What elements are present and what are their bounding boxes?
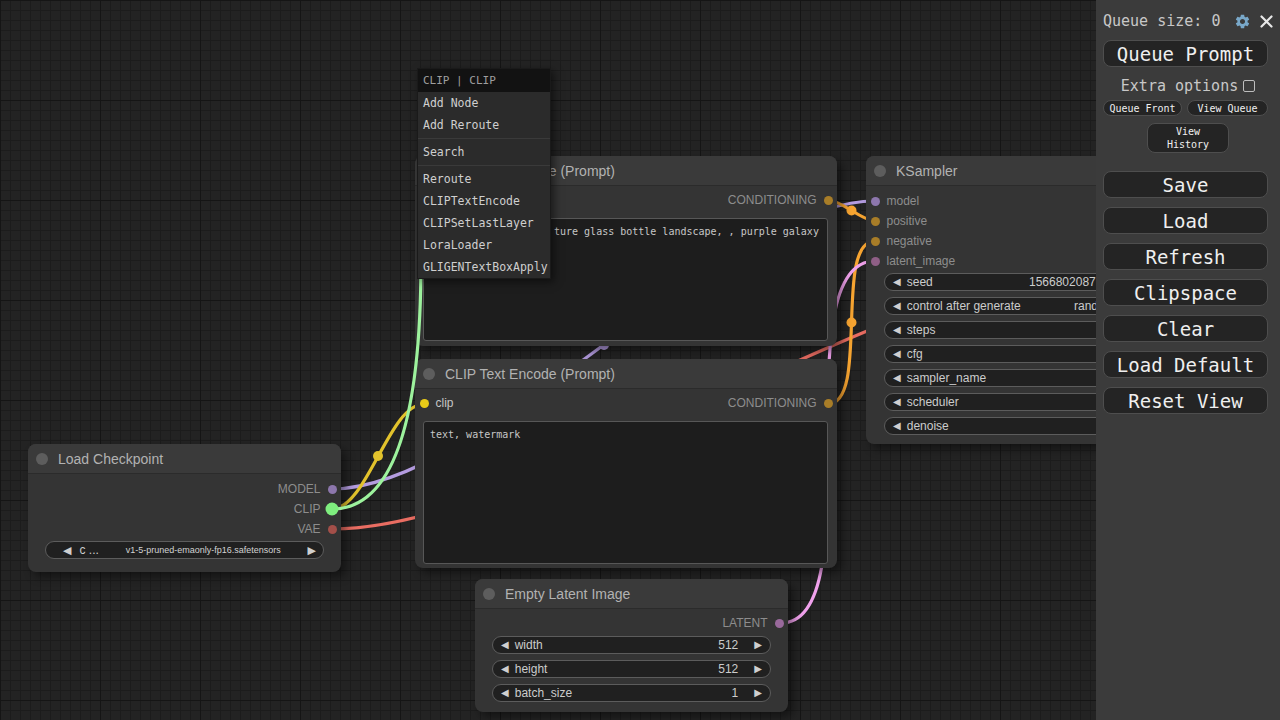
menu-item-cliptextencode[interactable]: CLIPTextEncode	[418, 190, 550, 212]
load-default-button[interactable]: Load Default	[1103, 351, 1268, 378]
drag-link	[332, 260, 421, 509]
queue-size-row: Queue size: 0	[1103, 12, 1273, 30]
menu-item-add-node[interactable]: Add Node	[418, 92, 550, 114]
menu-item-reroute[interactable]: Reroute	[418, 168, 550, 190]
menu-panel: Queue size: 0 Queue Prompt Extra options…	[1096, 0, 1280, 720]
menu-separator	[418, 138, 550, 139]
view-queue-button[interactable]: View Queue	[1187, 100, 1268, 116]
reset-view-button[interactable]: Reset View	[1103, 387, 1268, 414]
queue-size-label: Queue size:	[1103, 12, 1202, 30]
menu-item-loraloader[interactable]: LoraLoader	[418, 234, 550, 256]
refresh-button[interactable]: Refresh	[1103, 243, 1268, 270]
menu-item-gligentextboxapply[interactable]: GLIGENTextBoxApply	[418, 256, 550, 278]
close-icon[interactable]	[1260, 15, 1273, 28]
queue-prompt-button[interactable]: Queue Prompt	[1103, 40, 1268, 67]
clipspace-button[interactable]: Clipspace	[1103, 279, 1268, 306]
gear-icon[interactable]	[1234, 13, 1251, 30]
queue-front-button[interactable]: Queue Front	[1103, 100, 1182, 116]
clear-button[interactable]: Clear	[1103, 315, 1268, 342]
menu-item-search[interactable]: Search	[418, 141, 550, 163]
menu-item-clipsetlastlayer[interactable]: CLIPSetLastLayer	[418, 212, 550, 234]
context-menu-title: CLIP | CLIP	[418, 69, 550, 92]
extra-options-row: Extra options	[1096, 78, 1280, 94]
menu-separator	[418, 165, 550, 166]
load-button[interactable]: Load	[1103, 207, 1268, 234]
context-menu: CLIP | CLIP Add Node Add Reroute Search …	[417, 68, 551, 279]
extra-options-checkbox[interactable]	[1243, 80, 1255, 92]
extra-options-label: Extra options	[1121, 77, 1238, 95]
drag-origin-dot	[326, 503, 339, 516]
comfyui-app: CLIP Text Encode (Prompt) clip CONDITION…	[0, 0, 1280, 720]
menu-item-add-reroute[interactable]: Add Reroute	[418, 114, 550, 136]
save-button[interactable]: Save	[1103, 171, 1268, 198]
view-history-button[interactable]: View History	[1147, 123, 1229, 153]
drag-link-layer	[0, 0, 1280, 720]
queue-size-value: 0	[1211, 12, 1220, 30]
